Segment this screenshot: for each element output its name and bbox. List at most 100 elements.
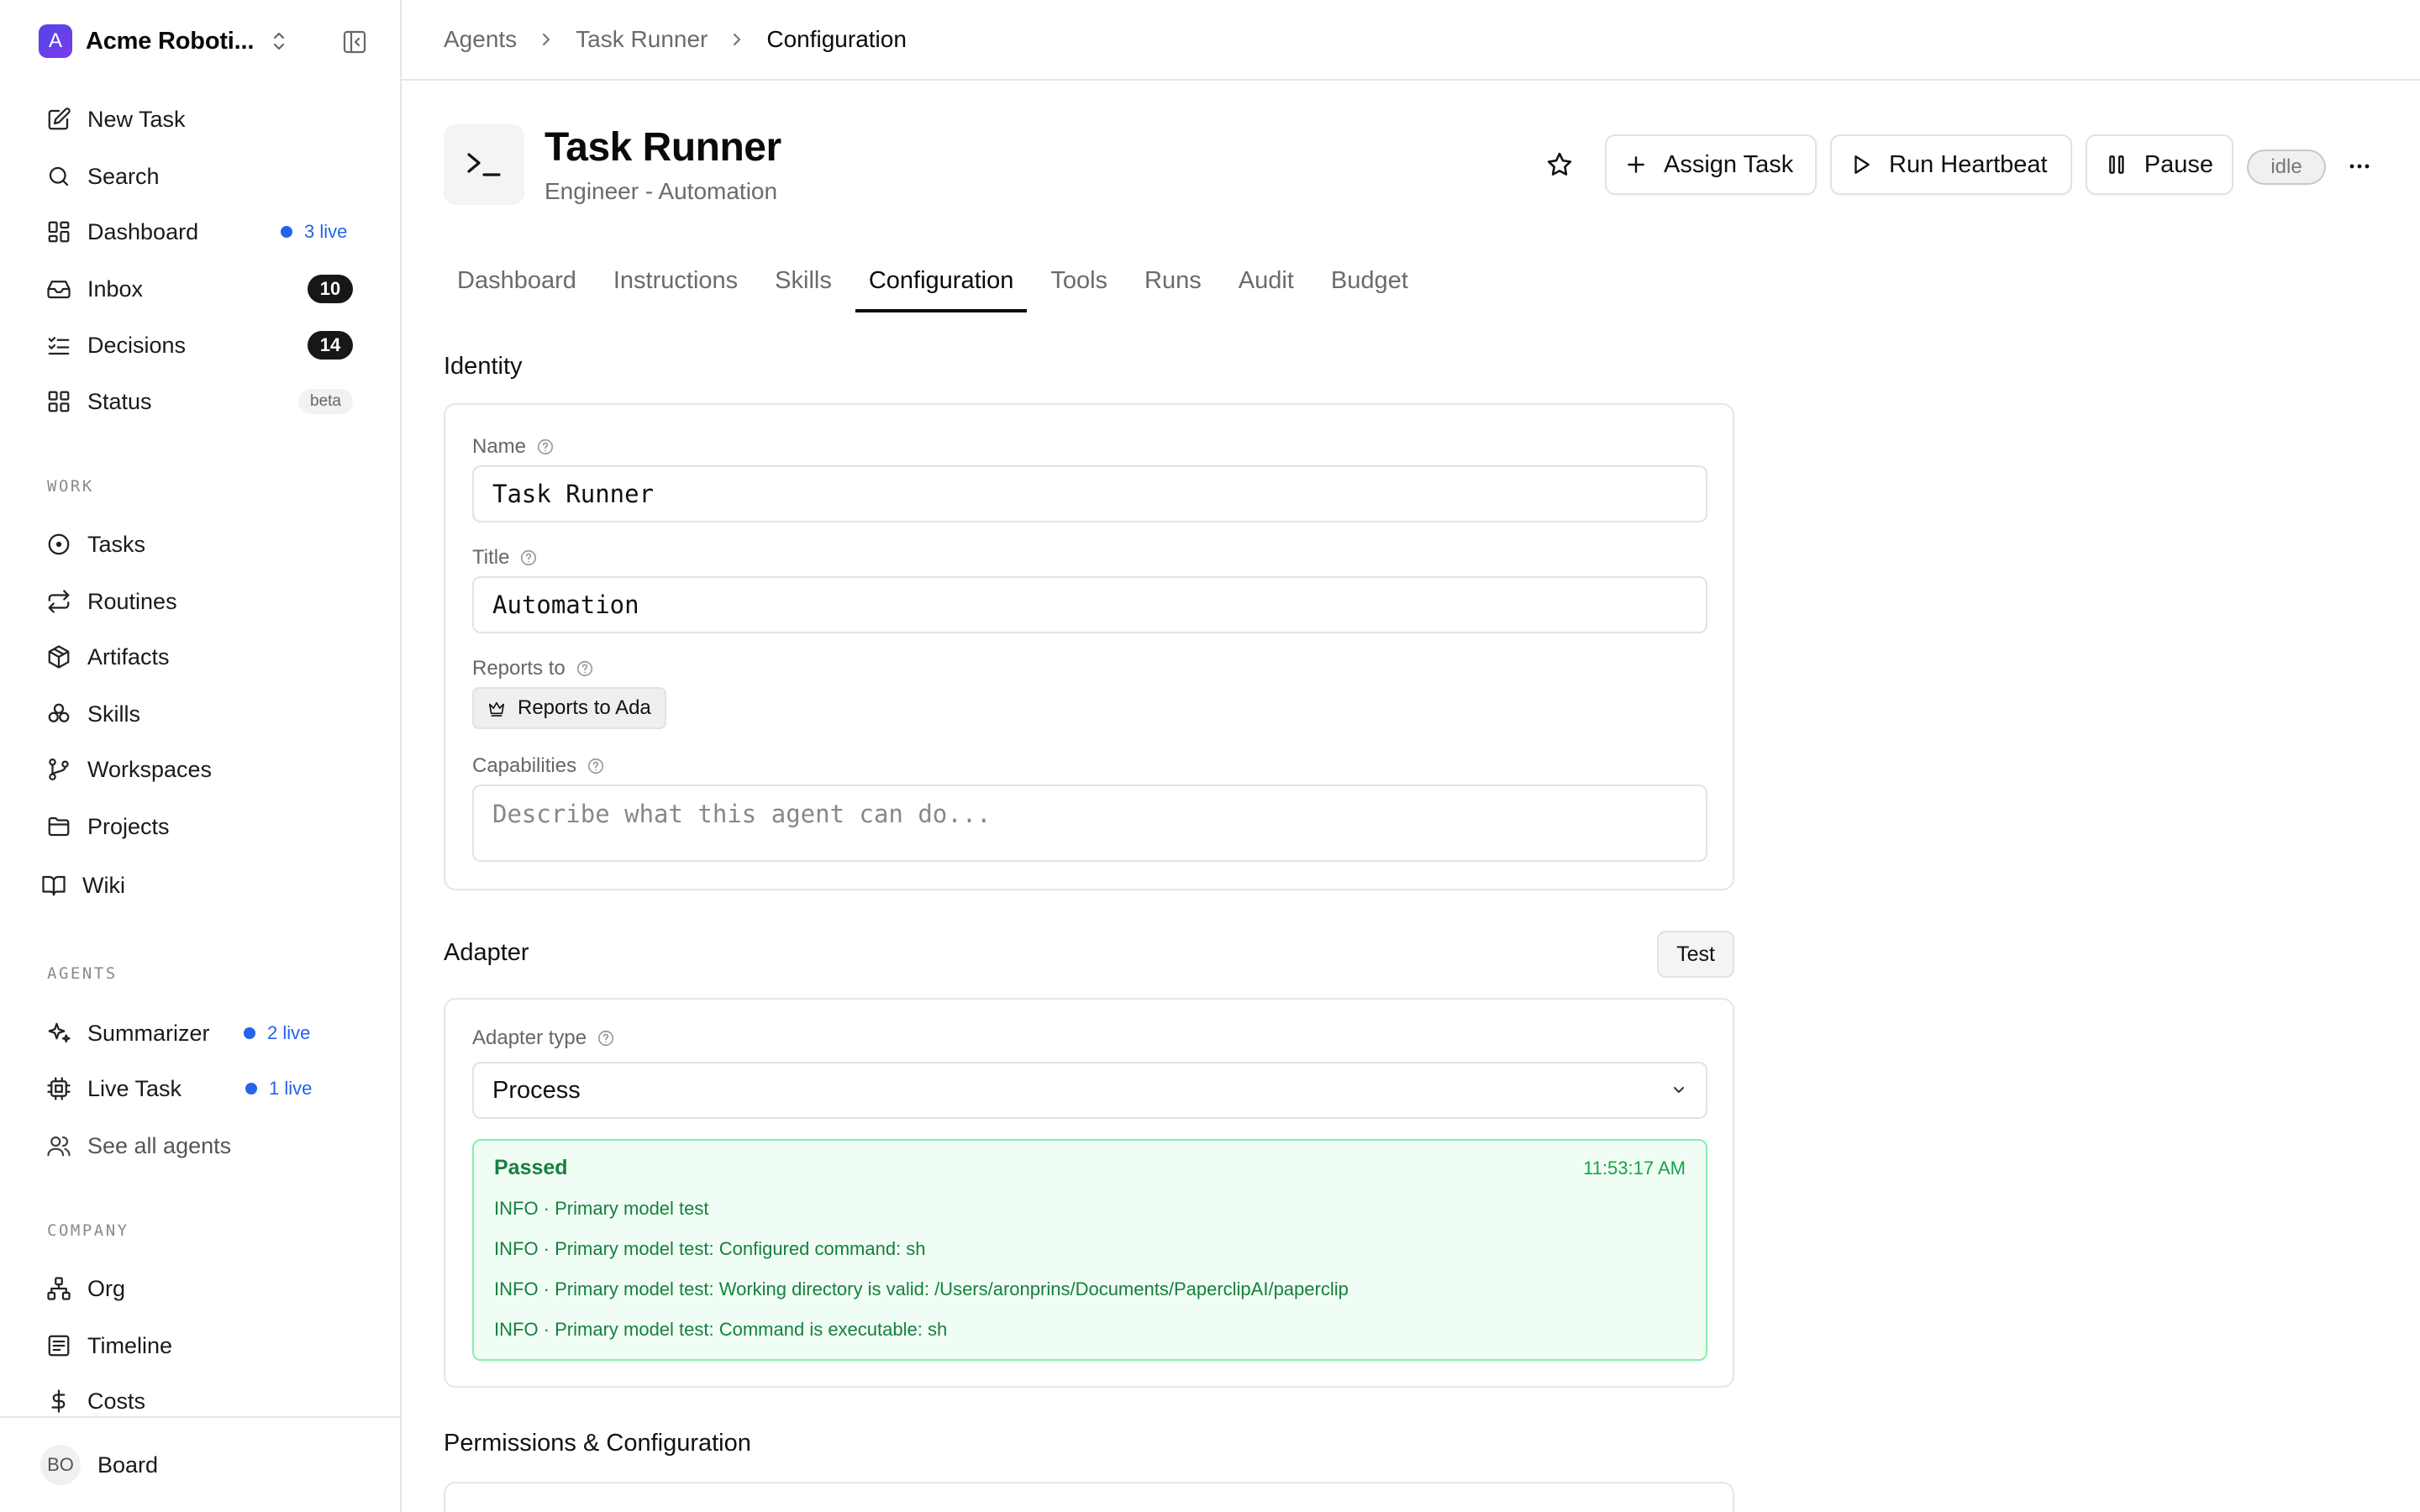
workspace-logo: A xyxy=(39,24,72,58)
pause-label: Pause xyxy=(2144,150,2213,178)
title-label: Title xyxy=(472,546,538,570)
help-circle-icon[interactable] xyxy=(519,549,538,567)
nav-costs[interactable]: Costs xyxy=(34,1378,370,1416)
crown-icon xyxy=(489,701,505,717)
folder-icon xyxy=(40,808,77,845)
star-icon[interactable] xyxy=(1543,148,1576,181)
help-circle-icon[interactable] xyxy=(597,1029,615,1047)
adapter-card: Adapter type Process Passed 11:53:17 AM … xyxy=(444,998,1734,1388)
nav-org[interactable]: Org xyxy=(34,1265,370,1312)
tab-runs[interactable]: Runs xyxy=(1131,252,1215,312)
identity-heading: Identity xyxy=(444,353,523,380)
section-label-agents: AGENTS xyxy=(47,964,118,983)
help-circle-icon[interactable] xyxy=(576,659,594,678)
nav-inbox[interactable]: Inbox 10 xyxy=(34,265,370,312)
nav-see-all-agents[interactable]: See all agents xyxy=(34,1122,370,1169)
nav-label: See all agents xyxy=(87,1132,232,1158)
nav-label: Decisions xyxy=(87,332,187,358)
nav-skills[interactable]: Skills xyxy=(34,690,370,738)
tab-configuration[interactable]: Configuration xyxy=(855,252,1028,312)
capabilities-label: Capabilities xyxy=(472,754,605,778)
capabilities-textarea[interactable]: Describe what this agent can do... xyxy=(472,785,1707,862)
test-result-panel: Passed 11:53:17 AM INFO · Primary model … xyxy=(472,1139,1707,1361)
reports-to-selector[interactable]: Reports to Ada xyxy=(472,687,666,729)
chevron-right-icon xyxy=(729,30,744,49)
package-icon xyxy=(40,638,77,675)
help-circle-icon[interactable] xyxy=(587,757,605,775)
page-title: Task Runner xyxy=(544,125,781,170)
nav-decisions[interactable]: Decisions 14 xyxy=(34,322,370,369)
reports-to-label: Reports to xyxy=(472,657,594,680)
nav-label: Search xyxy=(87,163,160,189)
log-line: INFO · Primary model test: Command is ex… xyxy=(494,1319,948,1340)
nav-label: New Task xyxy=(87,106,186,132)
live-dot xyxy=(244,1027,255,1039)
title-input[interactable]: Automation xyxy=(472,576,1707,633)
nav-label: Status xyxy=(87,388,152,414)
live-count: 2 live xyxy=(267,1022,311,1043)
nav-wiki[interactable]: Wiki xyxy=(29,862,365,909)
nav-new-task[interactable]: New Task xyxy=(34,96,370,143)
sidebar-scroll-area[interactable]: A Acme Roboti... New Task Search Dashboa… xyxy=(0,0,400,1416)
sidebar: A Acme Roboti... New Task Search Dashboa… xyxy=(0,0,402,1512)
inbox-icon xyxy=(40,270,77,307)
section-label-company: COMPANY xyxy=(47,1221,129,1240)
log-message: Primary model test: Working directory is… xyxy=(555,1278,1349,1299)
nav-status[interactable]: Status beta xyxy=(34,378,370,425)
permissions-heading: Permissions & Configuration xyxy=(444,1430,751,1457)
nav-routines[interactable]: Routines xyxy=(34,578,370,625)
assign-task-button[interactable]: Assign Task xyxy=(1605,134,1817,195)
nav-tasks[interactable]: Tasks xyxy=(34,521,370,568)
nav-label: Wiki xyxy=(82,872,125,898)
nav-search[interactable]: Search xyxy=(34,153,370,200)
run-heartbeat-button[interactable]: Run Heartbeat xyxy=(1830,134,2072,195)
section-label-work: WORK xyxy=(47,477,94,496)
help-circle-icon[interactable] xyxy=(536,438,555,456)
nav-label: Projects xyxy=(87,813,170,839)
user-menu[interactable]: BO Board xyxy=(0,1416,400,1512)
adapter-heading: Adapter xyxy=(444,939,529,966)
workspace-switcher[interactable]: A Acme Roboti... xyxy=(39,22,366,60)
nav-dashboard[interactable]: Dashboard 3 live xyxy=(34,208,370,255)
pause-button[interactable]: Pause xyxy=(2086,134,2233,195)
tab-budget[interactable]: Budget xyxy=(1318,252,1422,312)
pause-icon xyxy=(2109,155,2124,174)
nav-agent-summarizer[interactable]: Summarizer 2 live xyxy=(34,1010,370,1057)
timeline-icon xyxy=(40,1327,77,1364)
grid-icon xyxy=(40,213,77,250)
sidebar-collapse-icon[interactable] xyxy=(338,25,371,59)
identity-card: Name Task Runner Title Automation Report… xyxy=(444,403,1734,890)
nav-label: Costs xyxy=(87,1388,146,1414)
adapter-type-value: Process xyxy=(492,1076,581,1104)
adapter-type-label: Adapter type xyxy=(472,1026,615,1050)
log-message: Primary model test: Command is executabl… xyxy=(555,1319,948,1340)
log-line: INFO · Primary model test xyxy=(494,1198,709,1219)
count-badge: 10 xyxy=(308,275,353,303)
circle-dot-icon xyxy=(40,526,77,563)
tab-skills[interactable]: Skills xyxy=(761,252,845,312)
breadcrumb-agents[interactable]: Agents xyxy=(444,26,517,53)
tab-dashboard[interactable]: Dashboard xyxy=(444,252,590,312)
nav-workspaces[interactable]: Workspaces xyxy=(34,746,370,793)
adapter-type-select[interactable]: Process xyxy=(472,1062,1707,1119)
cpu-icon xyxy=(40,1070,77,1107)
nav-label: Live Task xyxy=(87,1075,182,1101)
terminal-icon xyxy=(444,124,524,205)
tab-audit[interactable]: Audit xyxy=(1225,252,1307,312)
more-horizontal-icon[interactable] xyxy=(2343,150,2376,183)
log-level: INFO xyxy=(494,1238,539,1259)
nav-timeline[interactable]: Timeline xyxy=(34,1322,370,1369)
capabilities-label-text: Capabilities xyxy=(472,754,577,777)
test-button[interactable]: Test xyxy=(1657,931,1734,978)
nav-projects[interactable]: Projects xyxy=(34,803,370,850)
sparkles-icon xyxy=(40,1015,77,1052)
nav-label: Routines xyxy=(87,588,177,614)
breadcrumb-task-runner[interactable]: Task Runner xyxy=(576,26,708,53)
tab-tools[interactable]: Tools xyxy=(1037,252,1121,312)
name-input[interactable]: Task Runner xyxy=(472,465,1707,522)
tab-instructions[interactable]: Instructions xyxy=(600,252,751,312)
nav-artifacts[interactable]: Artifacts xyxy=(34,633,370,680)
breadcrumb: Agents Task Runner Configuration xyxy=(402,0,2420,81)
boxes-icon xyxy=(40,696,77,732)
nav-agent-live-task[interactable]: Live Task 1 live xyxy=(34,1065,370,1112)
